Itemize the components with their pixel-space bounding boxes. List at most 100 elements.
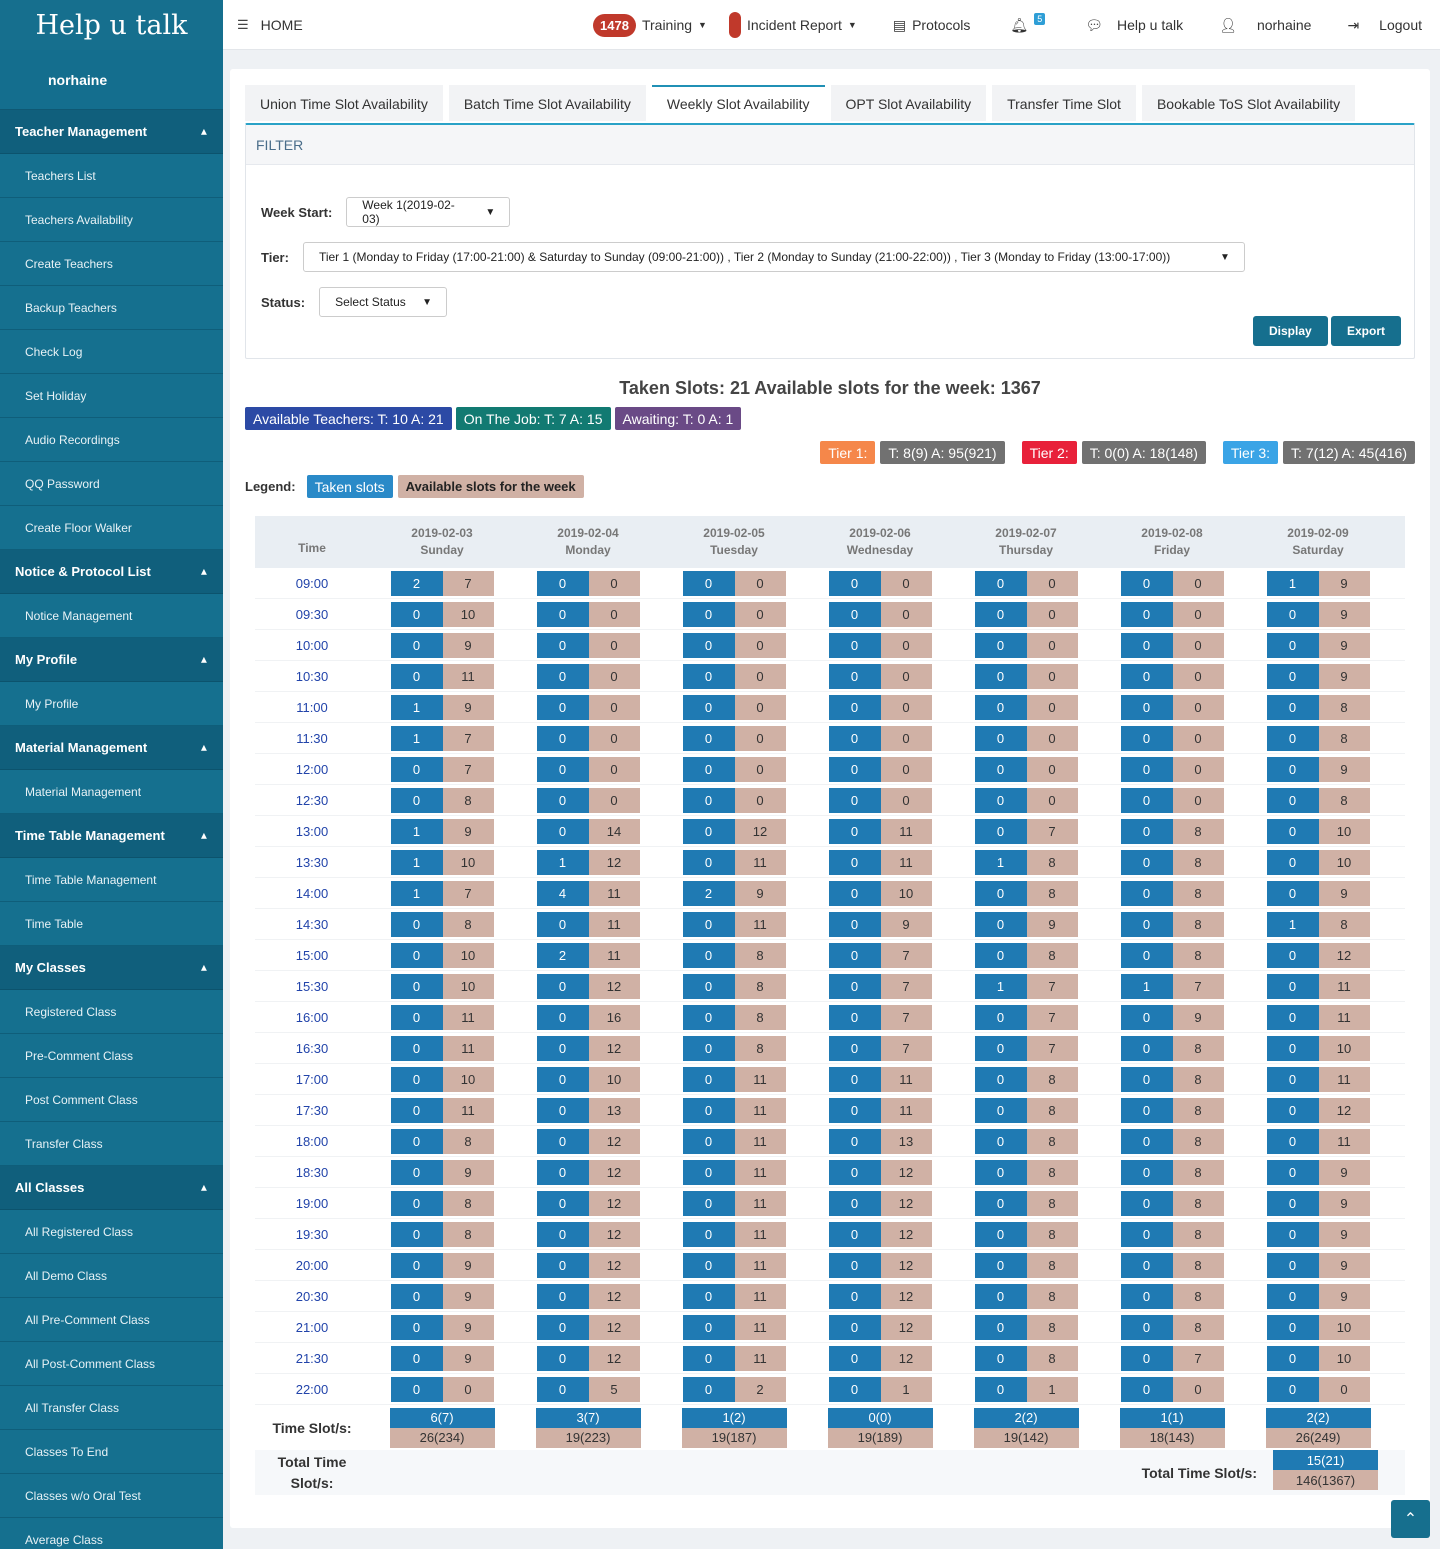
taken-slots-value[interactable]: 0	[390, 911, 443, 937]
available-slots-value[interactable]: 0	[734, 601, 786, 627]
available-slots-value[interactable]: 9	[1318, 1190, 1370, 1216]
taken-slots-value[interactable]: 0	[828, 1097, 881, 1123]
taken-slots-value[interactable]: 0	[828, 694, 881, 720]
taken-slots-value[interactable]: 0	[974, 1283, 1027, 1309]
available-slots-value[interactable]: 9	[1318, 1159, 1370, 1185]
available-slots-value[interactable]: 0	[734, 787, 786, 813]
taken-slots-value[interactable]: 0	[828, 1128, 881, 1154]
available-slots-value[interactable]: 0	[880, 663, 932, 689]
taken-slots-value[interactable]: 0	[1266, 756, 1319, 782]
taken-slots-value[interactable]: 0	[682, 1221, 735, 1247]
sidebar-item[interactable]: All Transfer Class	[0, 1386, 223, 1430]
time-slot-link[interactable]: 12:00	[255, 762, 369, 777]
available-slots-value[interactable]: 9	[1318, 756, 1370, 782]
tab-item[interactable]: Weekly Slot Availability	[651, 85, 825, 121]
taken-slots-value[interactable]: 1	[536, 849, 589, 875]
taken-slots-value[interactable]: 0	[828, 601, 881, 627]
available-slots-value[interactable]: 0	[588, 787, 640, 813]
time-slot-link[interactable]: 10:30	[255, 669, 369, 684]
taken-slots-value[interactable]: 0	[682, 1159, 735, 1185]
available-slots-value[interactable]: 0	[1172, 756, 1224, 782]
taken-slots-value[interactable]: 0	[682, 911, 735, 937]
available-slots-value[interactable]: 10	[1318, 1314, 1370, 1340]
taken-slots-value[interactable]: 0	[974, 1376, 1027, 1402]
taken-slots-value[interactable]: 1	[1266, 911, 1319, 937]
time-slot-link[interactable]: 14:30	[255, 917, 369, 932]
export-button[interactable]: Export	[1331, 316, 1402, 346]
available-slots-value[interactable]: 9	[1318, 663, 1370, 689]
taken-slots-value[interactable]: 4	[536, 880, 589, 906]
taken-slots-value[interactable]: 2	[390, 570, 443, 596]
available-slots-value[interactable]: 11	[588, 942, 640, 968]
time-slot-link[interactable]: 10:00	[255, 638, 369, 653]
taken-slots-value[interactable]: 0	[390, 1190, 443, 1216]
taken-slots-value[interactable]: 0	[682, 1345, 735, 1371]
available-slots-value[interactable]: 7	[1026, 818, 1078, 844]
available-slots-value[interactable]: 0	[1026, 725, 1078, 751]
taken-slots-value[interactable]: 0	[682, 1283, 735, 1309]
available-slots-value[interactable]: 9	[1318, 880, 1370, 906]
taken-slots-value[interactable]: 0	[1120, 818, 1173, 844]
taken-slots-value[interactable]: 0	[536, 756, 589, 782]
taken-slots-value[interactable]: 0	[682, 1066, 735, 1092]
taken-slots-value[interactable]: 0	[390, 1004, 443, 1030]
available-slots-value[interactable]: 0	[588, 601, 640, 627]
taken-slots-value[interactable]: 0	[1266, 1221, 1319, 1247]
available-slots-value[interactable]: 11	[588, 911, 640, 937]
taken-slots-value[interactable]: 0	[682, 756, 735, 782]
sidebar-section-header[interactable]: My Classes ▼	[0, 946, 223, 990]
available-slots-value[interactable]: 9	[1318, 632, 1370, 658]
taken-slots-value[interactable]: 1	[974, 973, 1027, 999]
available-slots-value[interactable]: 12	[880, 1345, 932, 1371]
available-slots-value[interactable]: 14	[588, 818, 640, 844]
available-slots-value[interactable]: 8	[1026, 1283, 1078, 1309]
taken-slots-value[interactable]: 0	[390, 1314, 443, 1340]
time-slot-link[interactable]: 11:30	[255, 731, 369, 746]
taken-slots-value[interactable]: 0	[828, 1221, 881, 1247]
taken-slots-value[interactable]: 0	[828, 1252, 881, 1278]
available-slots-value[interactable]: 12	[880, 1159, 932, 1185]
taken-slots-value[interactable]: 0	[1120, 1376, 1173, 1402]
taken-slots-value[interactable]: 0	[828, 911, 881, 937]
available-slots-value[interactable]: 10	[442, 849, 494, 875]
user-menu[interactable]: 👤︎ norhaine	[1201, 17, 1329, 34]
sidebar-item[interactable]: Create Teachers	[0, 242, 223, 286]
status-select[interactable]: Select Status ▼	[319, 287, 448, 317]
available-slots-value[interactable]: 0	[588, 694, 640, 720]
taken-slots-value[interactable]: 0	[828, 787, 881, 813]
sidebar-item[interactable]: Registered Class	[0, 990, 223, 1034]
sidebar-item[interactable]: Post Comment Class	[0, 1078, 223, 1122]
taken-slots-value[interactable]: 0	[828, 1035, 881, 1061]
taken-slots-value[interactable]: 0	[682, 973, 735, 999]
available-slots-value[interactable]: 8	[1318, 911, 1370, 937]
taken-slots-value[interactable]: 0	[1266, 1128, 1319, 1154]
taken-slots-value[interactable]: 0	[828, 1345, 881, 1371]
time-slot-link[interactable]: 11:00	[255, 700, 369, 715]
taken-slots-value[interactable]: 0	[828, 632, 881, 658]
tab-item[interactable]: OPT Slot Availability	[830, 85, 987, 121]
sidebar-item[interactable]: QQ Password	[0, 462, 223, 506]
available-slots-value[interactable]: 11	[734, 911, 786, 937]
taken-slots-value[interactable]: 0	[828, 725, 881, 751]
available-slots-value[interactable]: 12	[588, 1128, 640, 1154]
time-slot-link[interactable]: 14:00	[255, 886, 369, 901]
taken-slots-value[interactable]: 0	[974, 632, 1027, 658]
available-slots-value[interactable]: 11	[880, 818, 932, 844]
available-slots-value[interactable]: 0	[1318, 1376, 1370, 1402]
available-slots-value[interactable]: 8	[734, 942, 786, 968]
taken-slots-value[interactable]: 0	[1120, 570, 1173, 596]
available-slots-value[interactable]: 10	[880, 880, 932, 906]
available-slots-value[interactable]: 13	[588, 1097, 640, 1123]
taken-slots-value[interactable]: 0	[1120, 601, 1173, 627]
available-slots-value[interactable]: 0	[880, 601, 932, 627]
available-slots-value[interactable]: 10	[1318, 849, 1370, 875]
available-slots-value[interactable]: 11	[588, 880, 640, 906]
available-slots-value[interactable]: 0	[442, 1376, 494, 1402]
taken-slots-value[interactable]: 0	[682, 1314, 735, 1340]
available-slots-value[interactable]: 12	[1318, 942, 1370, 968]
taken-slots-value[interactable]: 0	[390, 1345, 443, 1371]
taken-slots-value[interactable]: 2	[682, 880, 735, 906]
taken-slots-value[interactable]: 0	[1266, 1345, 1319, 1371]
taken-slots-value[interactable]: 0	[682, 787, 735, 813]
available-slots-value[interactable]: 10	[442, 942, 494, 968]
